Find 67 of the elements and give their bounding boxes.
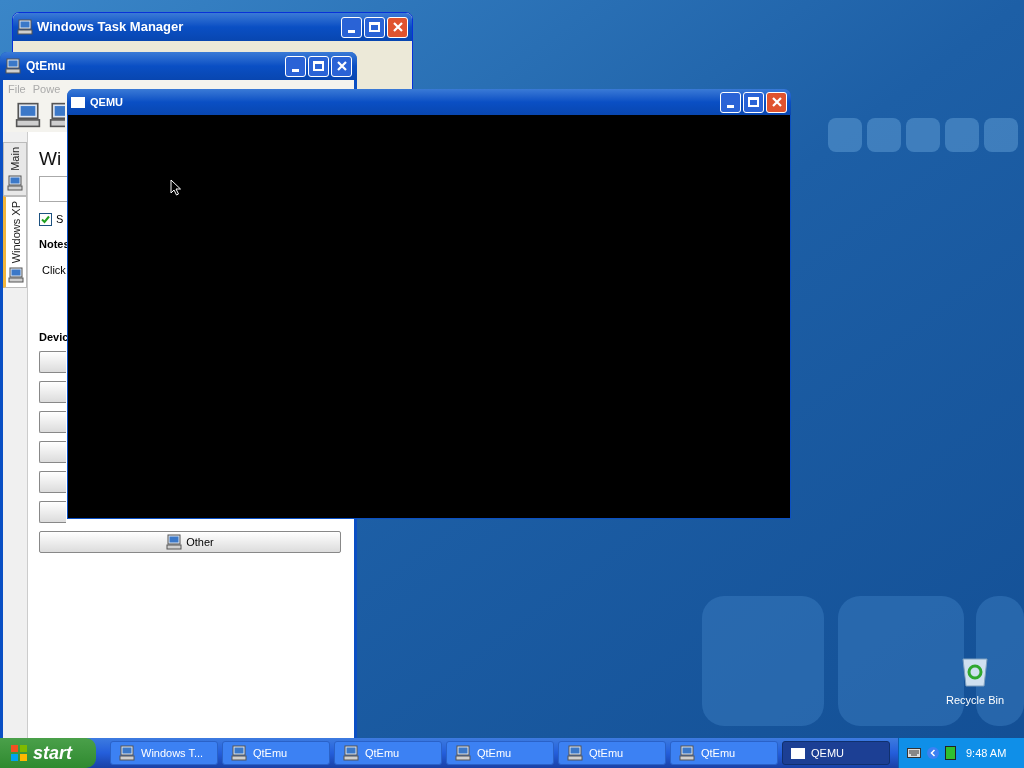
windows-logo-icon [10, 744, 28, 762]
taskbar-button[interactable]: QtEmu [334, 741, 442, 765]
device-button[interactable] [39, 351, 66, 373]
menu-item[interactable]: File [8, 80, 26, 98]
window-title: Windows Task Manager [37, 18, 185, 37]
maximize-button[interactable] [364, 16, 385, 38]
section-label: Devic [39, 329, 70, 345]
computer-icon [15, 102, 41, 128]
wallpaper-tile [906, 118, 940, 152]
close-icon [336, 61, 347, 71]
device-button[interactable] [39, 381, 66, 403]
menu-item[interactable]: Powe [32, 80, 61, 98]
computer-icon [679, 745, 695, 761]
chevron-icon[interactable] [927, 747, 939, 759]
window-icon [71, 96, 85, 108]
close-button[interactable] [331, 55, 352, 77]
maximize-button[interactable] [743, 91, 764, 113]
computer-icon [166, 534, 183, 550]
taskbar-button[interactable]: Windows T... [110, 741, 218, 765]
heading: Wi [39, 148, 63, 170]
battery-icon[interactable] [945, 746, 956, 760]
notes-text: Click [42, 263, 67, 278]
device-button[interactable] [39, 501, 66, 523]
taskbar-button[interactable]: QtEmu [446, 741, 554, 765]
keyboard-icon[interactable] [907, 748, 921, 758]
window-title: QtEmu [26, 58, 67, 75]
monitor-icon [119, 745, 135, 761]
computer-icon [7, 174, 23, 191]
computer-icon [343, 745, 359, 761]
icon-label: Recycle Bin [945, 693, 1005, 708]
wallpaper-tile [984, 118, 1018, 152]
device-button[interactable]: Other [39, 531, 341, 553]
recycle-bin-icon [960, 656, 990, 688]
computer-icon [567, 745, 583, 761]
maximize-button[interactable] [308, 55, 329, 77]
checkbox-label: S [56, 212, 64, 227]
clock: 9:48 AM [966, 745, 1007, 761]
close-icon [771, 97, 782, 107]
device-button[interactable] [39, 411, 66, 433]
computer-icon [231, 745, 247, 761]
device-button[interactable] [39, 471, 66, 493]
monitor-icon [5, 58, 21, 74]
window-title: QEMU [90, 94, 124, 110]
mouse-pointer-icon [170, 179, 182, 196]
start-button[interactable]: start [0, 738, 96, 768]
minimize-button[interactable] [285, 55, 306, 77]
computer-icon [8, 267, 24, 284]
checkbox[interactable] [39, 212, 52, 226]
desktop-icon[interactable]: Recycle Bin [944, 656, 1006, 709]
window-icon [791, 747, 805, 759]
computer-icon [455, 745, 471, 761]
close-button[interactable] [766, 91, 787, 113]
wallpaper-tile [945, 118, 979, 152]
vertical-tab[interactable]: Main [3, 142, 27, 196]
taskbar-button[interactable]: QtEmu [558, 741, 666, 765]
vertical-tab[interactable]: Windows XP [3, 195, 27, 289]
wallpaper-tile [867, 118, 901, 152]
close-button[interactable] [387, 16, 408, 38]
taskbar-button[interactable]: QEMU [782, 741, 890, 765]
wallpaper-tile [828, 118, 862, 152]
taskbar-button[interactable]: QtEmu [670, 741, 778, 765]
monitor-icon [17, 19, 33, 35]
minimize-button[interactable] [720, 91, 741, 113]
close-icon [392, 22, 403, 32]
taskbar-button[interactable]: QtEmu [222, 741, 330, 765]
minimize-button[interactable] [341, 16, 362, 38]
device-button[interactable] [39, 441, 66, 463]
